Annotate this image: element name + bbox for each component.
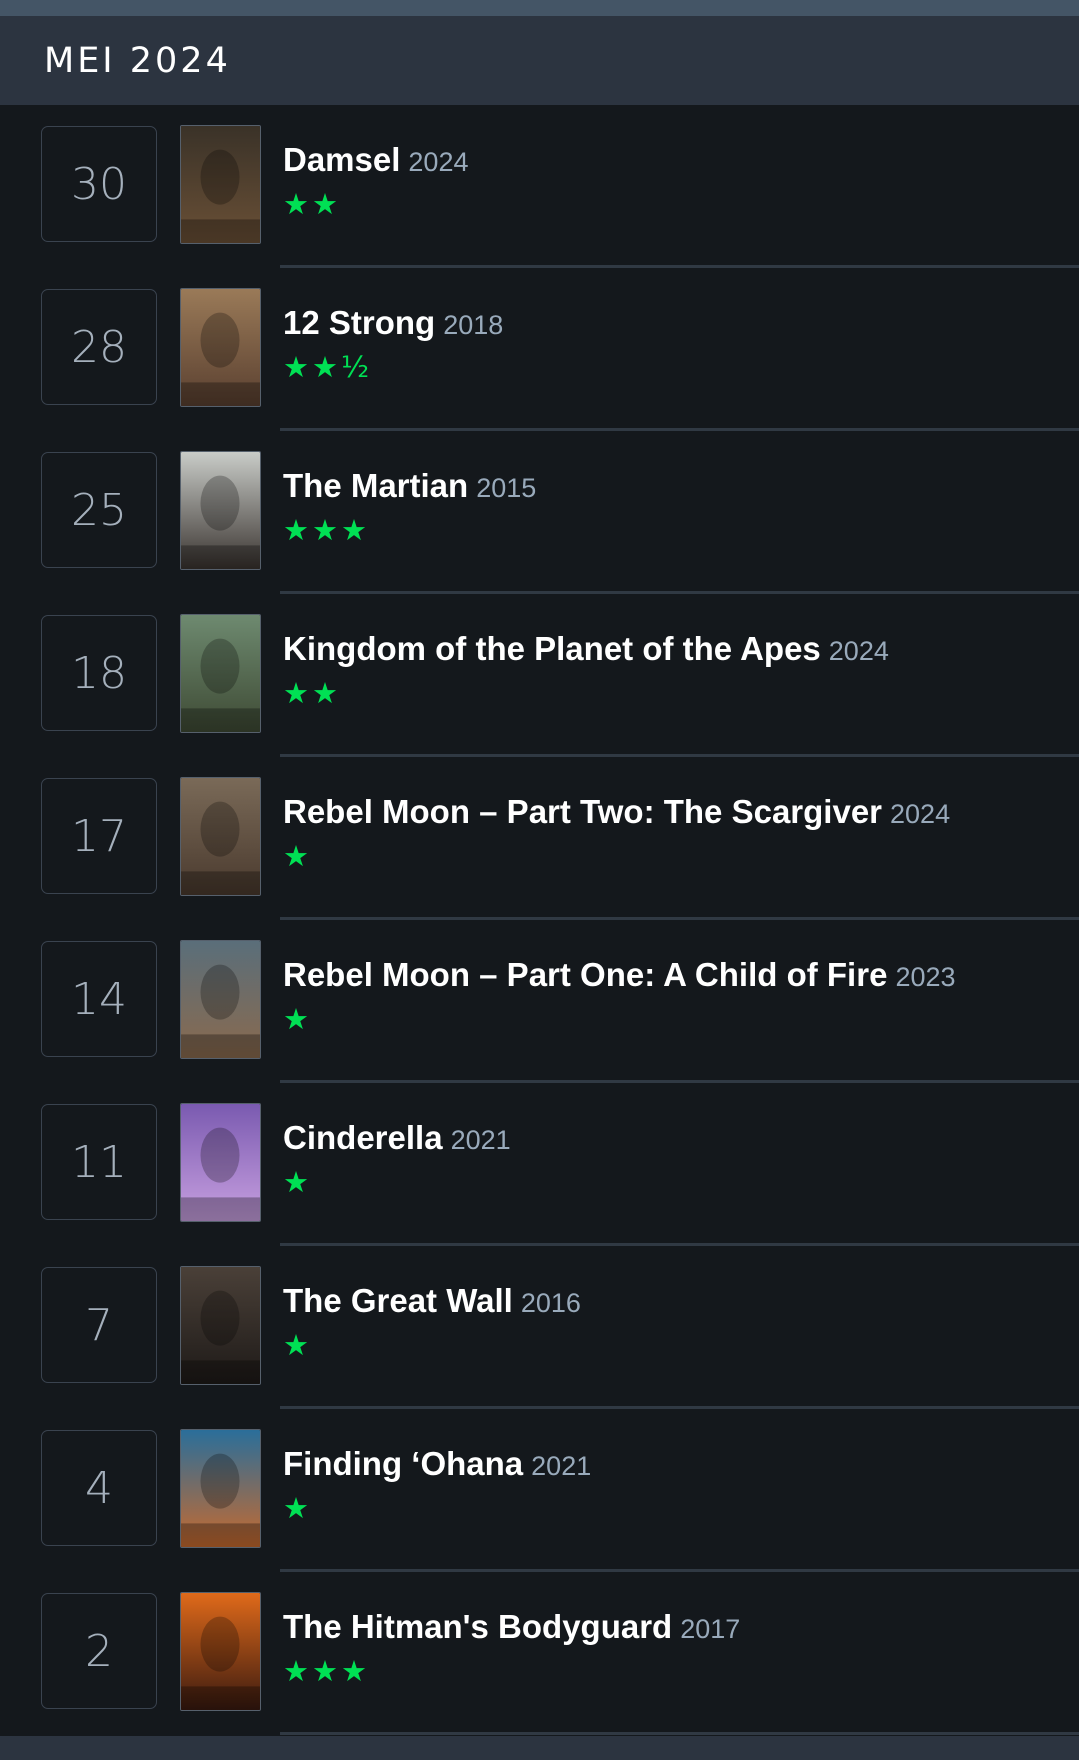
film-title[interactable]: Damsel bbox=[283, 141, 400, 178]
star-rating: ★ bbox=[283, 1491, 312, 1525]
film-poster[interactable] bbox=[180, 1103, 261, 1222]
diary-entry[interactable]: 14 Rebel Moon – Part One: A Child of Fire… bbox=[0, 920, 1079, 1083]
film-title[interactable]: The Hitman's Bodyguard bbox=[283, 1608, 672, 1645]
film-title-line: The Great Wall 2016 bbox=[283, 1282, 1059, 1320]
film-title-line: 12 Strong 2018 bbox=[283, 304, 1059, 342]
star-rating: ★★½ bbox=[283, 350, 373, 384]
film-year[interactable]: 2017 bbox=[680, 1614, 740, 1644]
film-poster[interactable] bbox=[180, 1592, 261, 1711]
film-title-line: Cinderella 2021 bbox=[283, 1119, 1059, 1157]
entry-day[interactable]: 30 bbox=[41, 126, 157, 242]
entry-day[interactable]: 25 bbox=[41, 452, 157, 568]
star-rating: ★★ bbox=[283, 676, 341, 710]
film-title-line: Rebel Moon – Part One: A Child of Fire 20… bbox=[283, 956, 1059, 994]
film-poster[interactable] bbox=[180, 940, 261, 1059]
film-title[interactable]: 12 Strong bbox=[283, 304, 435, 341]
diary-entry[interactable]: 25 The Martian 2015 ★★★ bbox=[0, 431, 1079, 594]
diary-entry[interactable]: 30 Damsel 2024 ★★ bbox=[0, 105, 1079, 268]
star-rating: ★ bbox=[283, 1002, 312, 1036]
film-year[interactable]: 2024 bbox=[829, 636, 889, 666]
top-strip bbox=[0, 0, 1079, 16]
star-rating: ★ bbox=[283, 1328, 312, 1362]
film-year[interactable]: 2016 bbox=[521, 1288, 581, 1318]
entry-info: The Great Wall 2016 ★ bbox=[283, 1282, 1059, 1362]
film-poster[interactable] bbox=[180, 1266, 261, 1385]
diary-list: 30 Damsel 2024 ★★ 28 12 Strong 2018 ★★½ 25 The Ma… bbox=[0, 105, 1079, 1735]
film-poster[interactable] bbox=[180, 614, 261, 733]
entry-info: 12 Strong 2018 ★★½ bbox=[283, 304, 1059, 384]
film-title[interactable]: Finding ‘Ohana bbox=[283, 1445, 523, 1482]
star-rating: ★ bbox=[283, 839, 312, 873]
entry-day[interactable]: 11 bbox=[41, 1104, 157, 1220]
film-title-line: The Hitman's Bodyguard 2017 bbox=[283, 1608, 1059, 1646]
film-title-line: Rebel Moon – Part Two: The Scargiver 2024 bbox=[283, 793, 1059, 831]
entry-day[interactable]: 2 bbox=[41, 1593, 157, 1709]
diary-entry[interactable]: 2 The Hitman's Bodyguard 2017 ★★★ bbox=[0, 1572, 1079, 1735]
entry-day[interactable]: 7 bbox=[41, 1267, 157, 1383]
film-title-line: The Martian 2015 bbox=[283, 467, 1059, 505]
film-poster[interactable] bbox=[180, 777, 261, 896]
bottom-strip bbox=[0, 1736, 1079, 1760]
film-title[interactable]: Rebel Moon – Part Two: The Scargiver bbox=[283, 793, 882, 830]
row-divider bbox=[280, 1732, 1079, 1735]
star-rating: ★★★ bbox=[283, 1654, 370, 1688]
entry-info: Kingdom of the Planet of the Apes 2024 ★★ bbox=[283, 630, 1059, 710]
diary-entry[interactable]: 17 Rebel Moon – Part Two: The Scargiver 20… bbox=[0, 757, 1079, 920]
entry-day[interactable]: 18 bbox=[41, 615, 157, 731]
diary-entry[interactable]: 7 The Great Wall 2016 ★ bbox=[0, 1246, 1079, 1409]
film-title-line: Damsel 2024 bbox=[283, 141, 1059, 179]
entry-info: Damsel 2024 ★★ bbox=[283, 141, 1059, 221]
entry-info: Rebel Moon – Part Two: The Scargiver 2024… bbox=[283, 793, 1059, 873]
entry-info: The Martian 2015 ★★★ bbox=[283, 467, 1059, 547]
film-title[interactable]: Rebel Moon – Part One: A Child of Fire bbox=[283, 956, 887, 993]
entry-day[interactable]: 28 bbox=[41, 289, 157, 405]
star-rating: ★★★ bbox=[283, 513, 370, 547]
film-title[interactable]: The Great Wall bbox=[283, 1282, 513, 1319]
film-poster[interactable] bbox=[180, 1429, 261, 1548]
film-title-line: Finding ‘Ohana 2021 bbox=[283, 1445, 1059, 1483]
entry-info: The Hitman's Bodyguard 2017 ★★★ bbox=[283, 1608, 1059, 1688]
star-rating: ★★ bbox=[283, 187, 341, 221]
entry-info: Rebel Moon – Part One: A Child of Fire 20… bbox=[283, 956, 1059, 1036]
diary-entry[interactable]: 28 12 Strong 2018 ★★½ bbox=[0, 268, 1079, 431]
diary-entry[interactable]: 4 Finding ‘Ohana 2021 ★ bbox=[0, 1409, 1079, 1572]
diary-entry[interactable]: 18 Kingdom of the Planet of the Apes 2024 ★… bbox=[0, 594, 1079, 757]
film-year[interactable]: 2023 bbox=[895, 962, 955, 992]
film-title[interactable]: The Martian bbox=[283, 467, 468, 504]
star-rating: ★ bbox=[283, 1165, 312, 1199]
entry-day[interactable]: 14 bbox=[41, 941, 157, 1057]
entry-day[interactable]: 17 bbox=[41, 778, 157, 894]
film-year[interactable]: 2015 bbox=[476, 473, 536, 503]
film-title[interactable]: Cinderella bbox=[283, 1119, 443, 1156]
month-title: MEI 2024 bbox=[44, 40, 231, 81]
film-year[interactable]: 2021 bbox=[531, 1451, 591, 1481]
entry-info: Cinderella 2021 ★ bbox=[283, 1119, 1059, 1199]
film-poster[interactable] bbox=[180, 288, 261, 407]
entry-day[interactable]: 4 bbox=[41, 1430, 157, 1546]
entry-info: Finding ‘Ohana 2021 ★ bbox=[283, 1445, 1059, 1525]
film-title-line: Kingdom of the Planet of the Apes 2024 bbox=[283, 630, 1059, 668]
film-year[interactable]: 2018 bbox=[443, 310, 503, 340]
film-poster[interactable] bbox=[180, 451, 261, 570]
film-year[interactable]: 2021 bbox=[451, 1125, 511, 1155]
film-poster[interactable] bbox=[180, 125, 261, 244]
film-title[interactable]: Kingdom of the Planet of the Apes bbox=[283, 630, 821, 667]
diary-entry[interactable]: 11 Cinderella 2021 ★ bbox=[0, 1083, 1079, 1246]
film-year[interactable]: 2024 bbox=[408, 147, 468, 177]
month-header: MEI 2024 bbox=[0, 16, 1079, 105]
film-year[interactable]: 2024 bbox=[890, 799, 950, 829]
